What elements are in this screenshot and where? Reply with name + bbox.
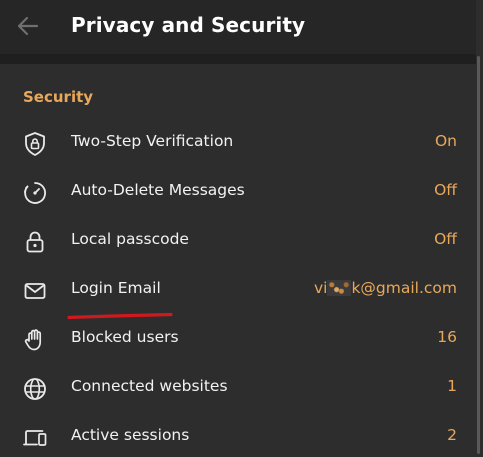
connected-websites-row[interactable]: Connected websites 1	[0, 364, 476, 413]
header-bar: Privacy and Security	[0, 0, 476, 54]
privacy-security-window: Privacy and Security Security Two-Step V…	[0, 0, 483, 457]
shield-lock-icon	[22, 131, 48, 157]
two-step-verification-label: Two-Step Verification	[71, 132, 234, 150]
scrollbar[interactable]	[476, 54, 483, 457]
login-email-suffix: k@gmail.com	[351, 279, 457, 297]
blocked-users-label: Blocked users	[71, 328, 179, 346]
two-step-verification-row[interactable]: Two-Step Verification On	[0, 119, 476, 168]
local-passcode-row[interactable]: Local passcode Off	[0, 217, 476, 266]
header-divider	[0, 54, 476, 64]
auto-delete-messages-label: Auto-Delete Messages	[71, 181, 245, 199]
auto-delete-messages-row[interactable]: Auto-Delete Messages Off	[0, 168, 476, 217]
auto-delete-messages-value: Off	[434, 181, 457, 199]
active-sessions-count: 2	[447, 426, 457, 444]
login-email-label: Login Email	[71, 279, 161, 297]
settings-list: Security Two-Step Verification On Auto-D…	[0, 64, 476, 457]
blocked-users-row[interactable]: Blocked users 16	[0, 315, 476, 364]
redacted-patch	[327, 280, 352, 296]
envelope-icon	[22, 278, 48, 304]
login-email-value: vi k@gmail.com	[314, 279, 457, 297]
connected-websites-label: Connected websites	[71, 377, 228, 395]
section-title-security: Security	[23, 88, 94, 106]
local-passcode-value: Off	[434, 230, 457, 248]
login-email-row[interactable]: Login Email vi k@gmail.com	[0, 266, 476, 315]
connected-websites-count: 1	[447, 377, 457, 395]
devices-icon	[22, 425, 48, 451]
scrollbar-thumb[interactable]	[477, 56, 480, 454]
padlock-icon	[22, 229, 48, 255]
active-sessions-label: Active sessions	[71, 426, 190, 444]
arrow-left-icon	[17, 16, 39, 36]
back-button[interactable]	[10, 10, 46, 42]
login-email-prefix: vi	[313, 279, 328, 297]
two-step-verification-value: On	[434, 132, 457, 150]
blocked-users-count: 16	[437, 328, 457, 346]
timer-icon	[22, 180, 48, 206]
page-title: Privacy and Security	[71, 13, 306, 37]
local-passcode-label: Local passcode	[71, 230, 189, 248]
globe-icon	[22, 376, 48, 402]
hand-icon	[22, 327, 48, 353]
active-sessions-row[interactable]: Active sessions 2	[0, 413, 476, 457]
